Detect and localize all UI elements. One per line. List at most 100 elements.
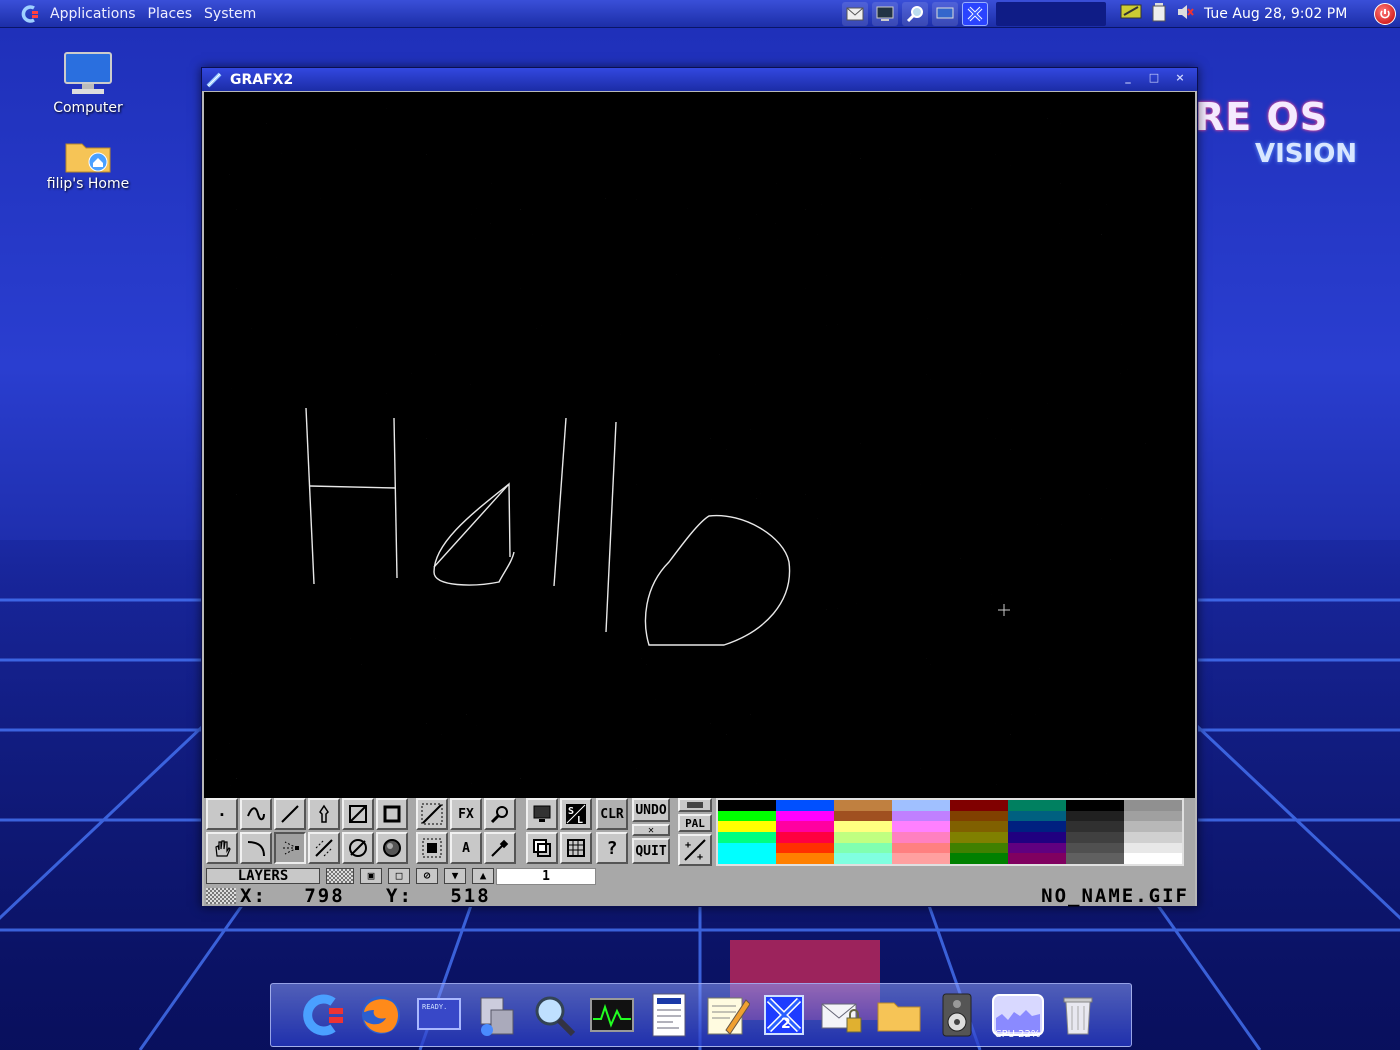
layers-label[interactable]: LAYERS <box>206 868 320 884</box>
palette-swatch[interactable] <box>1066 853 1124 865</box>
trash-icon[interactable] <box>1055 992 1101 1038</box>
drawing-canvas[interactable] <box>204 92 1195 798</box>
clock[interactable]: Tue Aug 28, 9:02 PM <box>1204 6 1347 22</box>
palette-swatch[interactable] <box>776 842 834 854</box>
palette-swatch[interactable] <box>1124 853 1182 865</box>
palette-swatch[interactable] <box>776 821 834 833</box>
palette-swatch[interactable] <box>950 842 1008 854</box>
text-editor-icon[interactable] <box>704 992 750 1038</box>
palette-swatch[interactable] <box>1066 832 1124 843</box>
folder-icon[interactable] <box>876 992 922 1038</box>
window-titlebar[interactable]: GRAFX2 _ □ × <box>202 68 1197 91</box>
curve-tool-icon[interactable] <box>240 832 272 864</box>
quit-button[interactable]: QUIT <box>632 838 670 864</box>
palette-swatch[interactable] <box>1008 821 1066 833</box>
close-button[interactable]: × <box>1171 71 1189 85</box>
menu-applications[interactable]: Applications <box>44 6 142 22</box>
polygon-tool-icon[interactable] <box>308 832 340 864</box>
palette-swatch[interactable] <box>1124 832 1182 843</box>
save-load-tool-icon[interactable]: SL <box>560 798 592 830</box>
rectangle-fill-tool-icon[interactable] <box>342 798 374 830</box>
line-tool-icon[interactable] <box>274 798 306 830</box>
palette-swatch[interactable] <box>1066 810 1124 822</box>
screen-size-tool-icon[interactable] <box>526 798 558 830</box>
search-tool-icon[interactable] <box>531 992 577 1038</box>
brush-tool-icon[interactable] <box>308 798 340 830</box>
search-launcher-icon[interactable] <box>902 2 928 26</box>
palette-swatch[interactable] <box>834 800 892 811</box>
mail-launcher-icon[interactable] <box>842 2 868 26</box>
clear-button[interactable]: CLR <box>596 798 628 830</box>
hand-tool-icon[interactable] <box>206 832 238 864</box>
layer-down-icon[interactable]: ▼ <box>444 868 466 884</box>
palette-swatch[interactable] <box>834 842 892 854</box>
desktop-icon-home[interactable]: filip's Home <box>38 138 138 192</box>
palette-swatch[interactable] <box>1008 832 1066 843</box>
layer-selector[interactable]: 1 <box>496 868 596 885</box>
palette-swatch[interactable] <box>834 810 892 822</box>
palette-swatch[interactable] <box>892 842 950 854</box>
fore-color-indicator[interactable] <box>678 798 712 812</box>
layer-delete-icon[interactable]: ⊘ <box>416 868 438 884</box>
brush-grab-tool-icon[interactable] <box>416 832 448 864</box>
c64-ready-icon[interactable]: READY. <box>416 992 462 1038</box>
palette-swatch[interactable] <box>1066 842 1124 854</box>
palette-swatch[interactable] <box>1124 842 1182 854</box>
layer-transparency-icon[interactable] <box>326 868 354 884</box>
palette-swatch[interactable] <box>718 800 776 811</box>
palette-swatch[interactable] <box>834 832 892 843</box>
cpu-monitor-applet[interactable]: CPU 22% <box>991 992 1044 1040</box>
layer-add-icon[interactable]: ▣ <box>360 868 382 884</box>
palette-swatch[interactable] <box>892 821 950 833</box>
palette-swatch[interactable] <box>718 810 776 822</box>
palette-swatch[interactable] <box>1008 810 1066 822</box>
palette-swatch[interactable] <box>1008 842 1066 854</box>
dock-menu-icon[interactable] <box>301 992 347 1038</box>
help-button[interactable]: ? <box>596 832 628 864</box>
maximize-button[interactable]: □ <box>1145 71 1163 85</box>
palette-swatch[interactable] <box>1008 800 1066 811</box>
palette-swatch[interactable] <box>718 842 776 854</box>
system-monitor-icon[interactable] <box>589 992 635 1038</box>
page-tool-icon[interactable] <box>526 832 558 864</box>
palette-swatch[interactable] <box>834 853 892 865</box>
power-icon[interactable] <box>1374 3 1396 25</box>
continuous-draw-tool-icon[interactable] <box>240 798 272 830</box>
palette-swatch[interactable] <box>950 810 1008 822</box>
kill-page-icon[interactable]: ✕ <box>632 824 670 836</box>
palette-swatch[interactable] <box>776 800 834 811</box>
network-icon[interactable] <box>1120 3 1142 25</box>
palette-swatch[interactable] <box>1008 853 1066 865</box>
palette-swatch[interactable] <box>1124 821 1182 833</box>
palette-swatch[interactable] <box>718 832 776 843</box>
palette-swatch[interactable] <box>776 832 834 843</box>
palette-adjust-tool-icon[interactable]: + + <box>678 834 712 866</box>
battery-icon[interactable] <box>1152 2 1166 26</box>
grid-tool-icon[interactable] <box>416 798 448 830</box>
rectangle-tool-icon[interactable] <box>376 798 408 830</box>
palette-swatch[interactable] <box>950 821 1008 833</box>
palette-swatch[interactable] <box>834 821 892 833</box>
circle-fill-tool-icon[interactable] <box>342 832 374 864</box>
sphere-tool-icon[interactable] <box>376 832 408 864</box>
palette-swatch[interactable] <box>892 810 950 822</box>
firefox-icon[interactable] <box>358 992 404 1038</box>
palette-swatch[interactable] <box>776 853 834 865</box>
palette-swatch[interactable] <box>718 821 776 833</box>
network-computers-icon[interactable] <box>473 992 519 1038</box>
text-tool-button[interactable]: A <box>450 832 482 864</box>
palette-swatch[interactable] <box>1124 800 1182 811</box>
show-desktop-icon[interactable] <box>932 2 958 26</box>
layer-duplicate-icon[interactable]: □ <box>388 868 410 884</box>
menu-places[interactable]: Places <box>142 6 199 22</box>
palette-swatch[interactable] <box>950 832 1008 843</box>
palette-swatch[interactable] <box>1124 810 1182 822</box>
grafx2-dock-icon[interactable]: 2 <box>761 992 807 1038</box>
palette-swatch[interactable] <box>1066 800 1124 811</box>
palette-swatch[interactable] <box>776 810 834 822</box>
magnifier-tool-icon[interactable] <box>484 798 516 830</box>
audio-player-icon[interactable] <box>934 992 980 1038</box>
palette-swatch[interactable] <box>950 800 1008 811</box>
commodore-logo-icon[interactable] <box>20 4 40 24</box>
taskbar-slot[interactable] <box>996 2 1106 26</box>
